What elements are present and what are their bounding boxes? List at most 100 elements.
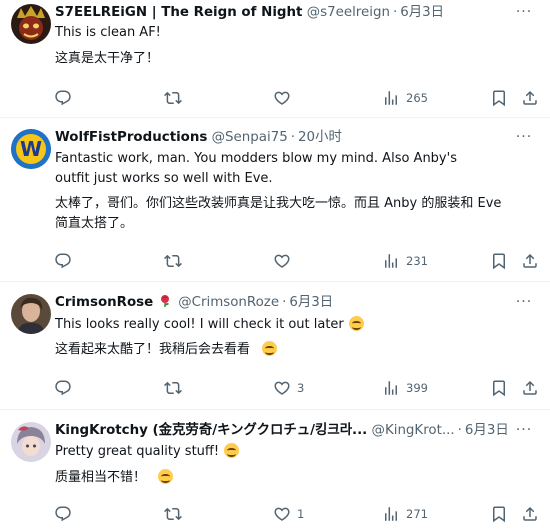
timestamp[interactable]: 6月3日 [289, 295, 333, 310]
views-button[interactable]: 399 [382, 377, 428, 399]
display-name[interactable]: WolfFistProductions [55, 130, 207, 145]
retweet-button[interactable] [164, 377, 188, 399]
smiling-face-emoji-icon [348, 316, 364, 331]
reply-icon [54, 505, 72, 523]
share-icon [521, 252, 539, 270]
reply-text-zh: 这真是太干净了！ [55, 51, 160, 66]
reply-header: KingKrotchy (金克劳奇/キングクロチュ/킹크라... @KingKr… [55, 421, 510, 441]
reply-header: CrimsonRose @CrimsonRoze · 6月3日 [55, 293, 510, 313]
reply-text-zh: 这看起来太酷了！我稍后会去看看 [55, 340, 530, 360]
views-count: 271 [406, 507, 428, 521]
retweet-icon [164, 252, 182, 270]
like-icon [273, 252, 291, 270]
action-bar: 265 [0, 87, 550, 109]
handle[interactable]: @Senpai75 [212, 130, 288, 145]
display-name[interactable]: KingKrotchy (金克劳奇/キングクロチュ/킹크라... [55, 423, 367, 438]
handle[interactable]: @KingKrot... [372, 423, 455, 438]
bookmark-button[interactable] [490, 250, 508, 272]
timestamp[interactable]: 6月3日 [465, 423, 509, 438]
share-button[interactable] [521, 87, 539, 109]
views-icon [382, 89, 400, 107]
retweet-button[interactable] [164, 87, 188, 109]
like-button[interactable]: 3 [273, 377, 304, 399]
grinning-face-emoji-icon [224, 443, 240, 458]
likes-count: 1 [297, 507, 305, 521]
reply-icon [54, 252, 72, 270]
views-count: 399 [406, 381, 428, 395]
smiling-face-emoji-icon [262, 341, 278, 356]
share-icon [521, 89, 539, 107]
handle[interactable]: @s7eelreign [307, 5, 390, 20]
bookmark-button[interactable] [490, 503, 508, 525]
views-icon [382, 505, 400, 523]
display-name[interactable]: S7EELREiGN | The Reign of Night [55, 5, 302, 20]
reply-icon [54, 379, 72, 397]
separator: · [457, 423, 462, 438]
retweet-button[interactable] [164, 503, 188, 525]
bookmark-icon [490, 505, 508, 523]
share-icon [521, 505, 539, 523]
avatar[interactable] [11, 422, 51, 462]
reply-button[interactable] [54, 503, 78, 525]
reply-text-zh-line2: 简直太搭了。 [55, 216, 134, 231]
bookmark-button[interactable] [490, 87, 508, 109]
reply-button[interactable] [54, 87, 78, 109]
timestamp[interactable]: 20小时 [298, 130, 342, 145]
reply-button[interactable] [54, 377, 78, 399]
like-button[interactable] [273, 87, 297, 109]
bookmark-icon [490, 379, 508, 397]
views-icon [382, 379, 400, 397]
views-button[interactable]: 271 [382, 503, 428, 525]
rose-icon [161, 295, 170, 307]
share-button[interactable] [521, 503, 539, 525]
separator: · [290, 130, 296, 145]
retweet-icon [164, 505, 182, 523]
wolffist-logo-avatar-icon: W [11, 129, 51, 169]
separator: · [282, 295, 287, 310]
reply-header: WolfFistProductions @Senpai75 · 20小时 [55, 128, 510, 148]
reply-card[interactable]: S7EELREiGN | The Reign of Night @s7eelre… [0, 0, 550, 118]
like-icon [273, 89, 291, 107]
avatar[interactable]: W [11, 129, 51, 169]
reply-header: S7EELREiGN | The Reign of Night @s7eelre… [55, 3, 510, 23]
more-options-button[interactable]: ··· [512, 127, 536, 147]
grinning-face-emoji-icon [158, 469, 174, 484]
bookmark-icon [490, 89, 508, 107]
views-icon [382, 252, 400, 270]
bookmark-button[interactable] [490, 377, 508, 399]
like-icon [273, 379, 291, 397]
anime-character-avatar-icon [11, 422, 51, 462]
reply-text-zh-line1: 太棒了，哥们。你们这些改装师真是让我大吃一惊。而且 Anby 的服装和 Eve [55, 196, 502, 211]
timestamp[interactable]: 6月3日 [400, 5, 444, 20]
more-options-button[interactable]: ··· [512, 2, 536, 22]
reply-card[interactable]: W WolfFistProductions @Senpai75 · 20小时 ···… [0, 119, 550, 282]
reply-text-zh: 质量相当不错！ [55, 468, 530, 488]
bookmark-icon [490, 252, 508, 270]
display-name[interactable]: CrimsonRose [55, 295, 153, 310]
reply-button[interactable] [54, 250, 78, 272]
retweet-button[interactable] [164, 250, 188, 272]
views-count: 231 [406, 254, 428, 268]
share-button[interactable] [521, 250, 539, 272]
views-button[interactable]: 231 [382, 250, 428, 272]
like-button[interactable]: 1 [273, 503, 304, 525]
avatar[interactable] [11, 294, 51, 334]
retweet-icon [164, 379, 182, 397]
separator: · [392, 5, 398, 20]
like-icon [273, 505, 291, 523]
reply-card[interactable]: CrimsonRose @CrimsonRoze · 6月3日 ··· This lo… [0, 283, 550, 410]
views-button[interactable]: 265 [382, 87, 428, 109]
reply-text-en: Pretty great quality stuff! [55, 442, 530, 462]
skull-face-avatar-icon [11, 4, 51, 44]
more-options-button[interactable]: ··· [512, 420, 536, 440]
more-options-button[interactable]: ··· [512, 292, 536, 312]
reply-text-en: This looks really cool! I will check it … [55, 315, 530, 335]
reply-card[interactable]: KingKrotchy (金克劳奇/キングクロチュ/킹크라... @KingKr… [0, 411, 550, 530]
avatar-letter: W [20, 137, 42, 161]
likes-count: 3 [297, 381, 305, 395]
avatar[interactable] [11, 4, 51, 44]
share-button[interactable] [521, 377, 539, 399]
action-bar: 1 271 [0, 503, 550, 525]
handle[interactable]: @CrimsonRoze [178, 295, 279, 310]
like-button[interactable] [273, 250, 297, 272]
